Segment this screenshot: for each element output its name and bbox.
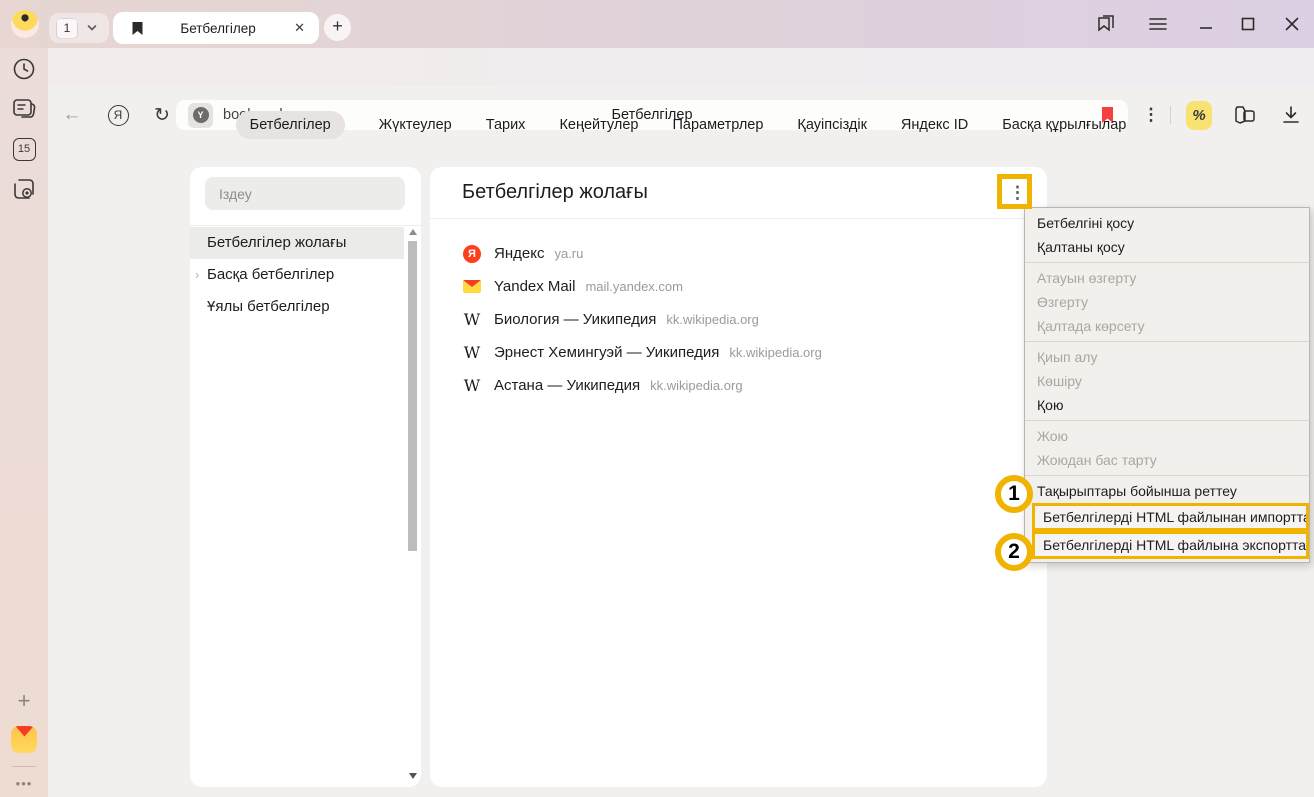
- annotation-step-1: 1: [995, 475, 1033, 513]
- tab-count-badge: 1: [56, 18, 78, 39]
- chevron-right-icon[interactable]: ›: [195, 259, 199, 291]
- menu-cut: Қиып алу: [1025, 345, 1309, 369]
- menu-delete: Жою: [1025, 424, 1309, 448]
- bookmark-row[interactable]: Я Яндекс ya.ru: [462, 237, 1027, 270]
- menu-rename: Атауын өзгерту: [1025, 266, 1309, 290]
- bookmark-row[interactable]: Yandex Mail mail.yandex.com: [462, 270, 1027, 303]
- scroll-down-icon[interactable]: [409, 773, 417, 779]
- panel-divider: [430, 218, 1047, 219]
- bookmark-row[interactable]: W Биология — Уикипедия kk.wikipedia.org: [462, 303, 1027, 336]
- menu-icon[interactable]: [1146, 12, 1170, 36]
- yandex-favicon: Я: [462, 245, 482, 263]
- bookmark-icon: [131, 21, 144, 36]
- wikipedia-favicon: W: [462, 376, 482, 395]
- menu-copy: Көшіру: [1025, 369, 1309, 393]
- settings-nav: Бетбелгілер Жүктеулер Тарих Кеңейтулер П…: [48, 111, 1314, 139]
- more-apps-icon[interactable]: •••: [11, 770, 37, 796]
- folder-bookmarks-bar[interactable]: Бетбелгілер жолағы: [190, 227, 404, 259]
- tab-close-icon[interactable]: ✕: [292, 20, 307, 36]
- folders-panel: Бетбелгілер жолағы › Басқа бетбелгілер Ұ…: [190, 167, 421, 787]
- menu-paste[interactable]: Қою: [1025, 393, 1309, 417]
- tab-bookmarks[interactable]: Бетбелгілер: [236, 111, 345, 139]
- panel-title: Бетбелгілер жолағы: [462, 181, 648, 204]
- folder-other-bookmarks[interactable]: › Басқа бетбелгілер: [190, 259, 404, 291]
- menu-undo-delete: Жоюдан бас тарту: [1025, 448, 1309, 472]
- scroll-up-icon[interactable]: [409, 229, 417, 235]
- panel-divider: [190, 225, 421, 226]
- menu-show-in-folder: Қалтада көрсету: [1025, 314, 1309, 338]
- tab-history[interactable]: Тарих: [486, 111, 526, 139]
- rail-divider: [12, 766, 36, 767]
- annotation-step-2: 2: [995, 533, 1033, 571]
- tab-counter[interactable]: 1: [49, 13, 109, 43]
- menu-add-bookmark[interactable]: Бетбелгіні қосу: [1025, 211, 1309, 235]
- yandex-mail-icon[interactable]: [11, 726, 37, 752]
- menu-export-html[interactable]: Бетбелгілерді HTML файлына экспорттау: [1032, 531, 1309, 559]
- browser-tab[interactable]: Бетбелгілер ✕: [113, 12, 319, 44]
- tab-title: Бетбелгілер: [144, 21, 292, 36]
- scrollbar-thumb[interactable]: [408, 241, 417, 551]
- bookmarks-panel: Бетбелгілер жолағы ⋮ Я Яндекс ya.ru Yand…: [430, 167, 1047, 787]
- menu-sort-by-title[interactable]: Тақырыптары бойынша реттеу: [1025, 479, 1309, 503]
- screenshot-icon[interactable]: [11, 176, 37, 202]
- menu-import-html[interactable]: Бетбелгілерді HTML файлынан импорттау: [1032, 503, 1309, 531]
- address-toolbar: ← Я ↻ Y bookmarks Бетбелгілер ⋮ %: [0, 48, 1314, 86]
- wikipedia-favicon: W: [462, 343, 482, 362]
- notes-icon[interactable]: [11, 96, 37, 122]
- minimize-icon[interactable]: [1194, 12, 1218, 36]
- calendar-icon[interactable]: 15: [11, 136, 37, 162]
- browser-window: 1 Бетбелгілер ✕ + ← Я ↻ Y b: [0, 0, 1314, 797]
- add-panel-icon[interactable]: +: [11, 688, 37, 714]
- menu-add-folder[interactable]: Қалтаны қосу: [1025, 235, 1309, 259]
- tab-settings[interactable]: Параметрлер: [672, 111, 763, 139]
- yandex-mail-favicon: [462, 280, 482, 293]
- tab-security[interactable]: Қауіпсіздік: [797, 111, 867, 139]
- tab-other-devices[interactable]: Басқа құрылғылар: [1002, 111, 1126, 139]
- wikipedia-favicon: W: [462, 310, 482, 329]
- bookmark-row[interactable]: W Астана — Уикипедия kk.wikipedia.org: [462, 369, 1027, 402]
- side-panel-icon[interactable]: [1094, 12, 1118, 36]
- menu-edit: Өзгерту: [1025, 290, 1309, 314]
- context-menu: Бетбелгіні қосу Қалтаны қосу Атауын өзге…: [1024, 207, 1310, 563]
- maximize-icon[interactable]: [1236, 12, 1260, 36]
- tab-downloads[interactable]: Жүктеулер: [379, 111, 452, 139]
- search-input[interactable]: [205, 177, 405, 210]
- folder-mobile-bookmarks[interactable]: Ұялы бетбелгілер: [190, 291, 404, 323]
- annotation-highlight-dots-button: [997, 174, 1032, 209]
- profile-avatar[interactable]: [11, 10, 39, 38]
- title-bar: 1 Бетбелгілер ✕ +: [0, 0, 1314, 48]
- tab-yandex-id[interactable]: Яндекс ID: [901, 111, 968, 139]
- history-icon[interactable]: [11, 56, 37, 82]
- close-icon[interactable]: [1280, 12, 1304, 36]
- tab-extensions[interactable]: Кеңейтулер: [559, 111, 638, 139]
- sidebar-rail: 15 + •••: [0, 48, 48, 797]
- new-tab-button[interactable]: +: [324, 14, 351, 41]
- scrollbar[interactable]: [404, 227, 421, 787]
- bookmark-row[interactable]: W Эрнест Хемингуэй — Уикипедия kk.wikipe…: [462, 336, 1027, 369]
- chevron-down-icon: [87, 23, 97, 33]
